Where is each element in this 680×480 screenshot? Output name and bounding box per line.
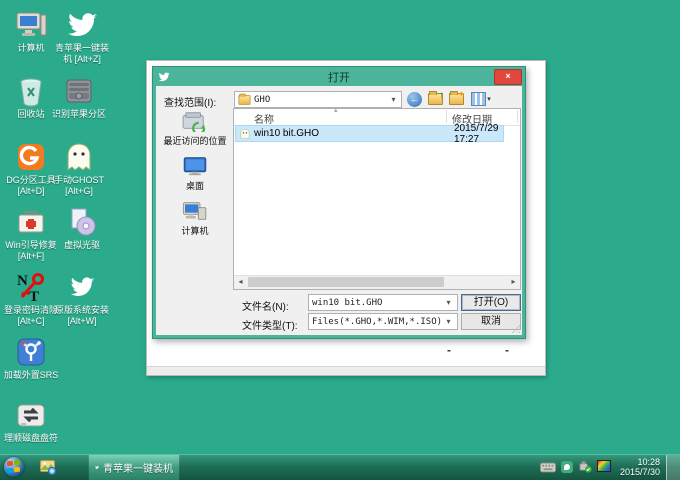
password-clear-icon: NT xyxy=(14,270,48,304)
start-button[interactable] xyxy=(4,457,24,477)
file-name-label: 文件名(N): xyxy=(242,298,289,313)
sidebar-item-recent-places[interactable]: 最近访问的位置 xyxy=(156,134,234,147)
background-window-statusbar xyxy=(147,366,545,375)
chevron-down-icon[interactable]: ▾ xyxy=(443,298,454,307)
tray-green-apple-icon[interactable] xyxy=(561,461,573,473)
clock-date: 2015/7/30 xyxy=(620,467,660,477)
scrollbar-thumb[interactable] xyxy=(248,277,444,287)
taskbar: 青苹果一键装机 10:28 2015/7/30 xyxy=(0,454,680,480)
sidebar-item-computer[interactable]: 计算机 xyxy=(156,224,234,237)
up-one-level-icon[interactable]: ↑ xyxy=(427,91,444,107)
input-method-keyboard-icon[interactable] xyxy=(540,460,556,478)
desktop: 计算机 青苹果一键装机 [Alt+Z] 回收站 识别苹果分区 DG分区工具 [A… xyxy=(0,0,680,480)
open-dialog: 打开 × 查找范围(I): GHO ▾ ← ↑ ✦ ▾ xyxy=(152,66,526,339)
open-button[interactable]: 打开(O) xyxy=(461,294,521,311)
new-folder-icon[interactable]: ✦ xyxy=(448,91,465,107)
usb-safely-remove-icon[interactable] xyxy=(579,460,592,478)
original-install-icon xyxy=(65,270,99,304)
desktop-icon-computer[interactable]: 计算机 xyxy=(2,8,60,54)
ghost-icon xyxy=(62,140,96,174)
harddisk-icon xyxy=(62,74,96,108)
ghost-file-icon xyxy=(239,128,251,140)
desktop-icon-label: 手动GHOST [Alt+G] xyxy=(50,175,108,197)
computer-icon xyxy=(14,8,48,42)
svg-text:T: T xyxy=(29,289,39,303)
desktop-icon[interactable] xyxy=(181,156,209,176)
boot-repair-icon xyxy=(14,205,48,239)
folder-icon xyxy=(239,95,251,105)
file-list: 名称 ▴ 修改日期 类型 win10 bit.GHO 2015/7/29 17:… xyxy=(233,108,521,290)
recent-places-icon[interactable] xyxy=(180,110,210,132)
scroll-right-icon[interactable]: ▸ xyxy=(507,276,520,288)
taskbar-button-green-apple[interactable]: 青苹果一键装机 xyxy=(88,455,180,480)
sort-caret-icon: ▴ xyxy=(334,108,338,114)
diskgenius-icon xyxy=(14,140,48,174)
desktop-icon-srs-driver[interactable]: 加载外置SRS xyxy=(2,335,60,381)
scroll-left-icon[interactable]: ◂ xyxy=(234,276,247,288)
desktop-icon-label: 登录密码清除 [Alt+C] xyxy=(2,305,60,327)
desktop-icon-label: 青苹果一键装机 [Alt+Z] xyxy=(53,43,111,65)
desktop-icon-label: Win引导修复 [Alt+F] xyxy=(2,240,60,262)
column-header-type[interactable]: 类型 xyxy=(520,111,521,141)
background-window-dash[interactable]: - xyxy=(447,343,451,357)
background-window-dash[interactable]: - xyxy=(505,343,509,357)
desktop-icon-identify-partition[interactable]: 识别苹果分区 xyxy=(50,74,108,120)
views-menu-icon[interactable]: ▾ xyxy=(469,91,493,107)
desktop-icon-manual-ghost[interactable]: 手动GHOST [Alt+G] xyxy=(50,140,108,197)
dialog-app-icon xyxy=(158,71,170,83)
back-icon[interactable]: ← xyxy=(406,91,423,107)
drive-letter-icon xyxy=(14,398,48,432)
file-type-label: 文件类型(T): xyxy=(242,317,298,332)
virtual-cdrom-icon xyxy=(65,205,99,239)
file-row-selected[interactable]: win10 bit.GHO 2015/7/29 17:27 xyxy=(235,125,504,142)
windows-flag-icon xyxy=(7,461,14,467)
green-apple-icon xyxy=(95,461,99,474)
look-in-combobox[interactable]: GHO ▾ xyxy=(234,91,402,108)
taskbar-button-label: 青苹果一键装机 xyxy=(103,460,173,475)
desktop-icon-label: 理顺磁盘盘符 xyxy=(2,433,60,444)
display-color-icon[interactable] xyxy=(597,460,611,472)
green-apple-installer-icon xyxy=(65,8,99,42)
desktop-icon-boot-repair[interactable]: Win引导修复 [Alt+F] xyxy=(2,205,60,262)
chevron-down-icon[interactable]: ▾ xyxy=(388,95,399,104)
file-name-combobox[interactable]: win10 bit.GHO ▾ xyxy=(308,294,458,311)
file-date-cell: 2015/7/29 17:27 xyxy=(454,123,503,145)
recycle-bin-icon xyxy=(14,74,48,108)
show-desktop-button[interactable] xyxy=(666,455,680,480)
desktop-icon-label: 加载外置SRS xyxy=(2,370,60,381)
srs-driver-icon xyxy=(14,335,48,369)
close-icon[interactable]: × xyxy=(494,69,522,85)
taskbar-clock[interactable]: 10:28 2015/7/30 xyxy=(620,457,660,477)
clock-time: 10:28 xyxy=(620,457,660,467)
desktop-icon-password-clear[interactable]: NT 登录密码清除 [Alt+C] xyxy=(2,270,60,327)
desktop-icon-drive-letter[interactable]: 理顺磁盘盘符 xyxy=(2,398,60,444)
desktop-icon-virtual-cdrom[interactable]: 虚拟光驱 xyxy=(53,205,111,251)
open-dialog-titlebar[interactable]: 打开 × xyxy=(153,67,525,86)
chevron-down-icon[interactable]: ▾ xyxy=(443,317,454,326)
desktop-icon-label: 计算机 xyxy=(2,43,60,54)
dialog-title: 打开 xyxy=(153,69,525,85)
desktop-icon-label: 识别苹果分区 xyxy=(50,109,108,120)
sidebar-item-desktop[interactable]: 桌面 xyxy=(156,179,234,192)
look-in-label: 查找范围(I): xyxy=(164,94,216,109)
desktop-icon-original-install[interactable]: 原版系统安装 [Alt+W] xyxy=(53,270,111,327)
svg-text:N: N xyxy=(17,273,28,289)
dialog-content: 查找范围(I): GHO ▾ ← ↑ ✦ ▾ xyxy=(156,86,522,335)
computer-icon[interactable] xyxy=(181,201,209,221)
desktop-icon-label: 原版系统安装 [Alt+W] xyxy=(53,305,111,327)
look-in-value: GHO xyxy=(254,95,388,105)
photo-viewer-icon[interactable] xyxy=(40,459,57,476)
resize-grip[interactable] xyxy=(512,325,520,333)
desktop-icon-label: 虚拟光驱 xyxy=(53,240,111,251)
horizontal-scrollbar[interactable]: ◂ ▸ xyxy=(234,275,520,289)
file-name-value: win10 bit.GHO xyxy=(312,298,443,308)
desktop-icon-green-apple-installer[interactable]: 青苹果一键装机 [Alt+Z] xyxy=(53,8,111,65)
column-header-name[interactable]: 名称 xyxy=(254,111,274,126)
file-type-combobox[interactable]: Files(*.GHO,*.WIM,*.ISO) ▾ xyxy=(308,313,458,330)
file-type-value: Files(*.GHO,*.WIM,*.ISO) xyxy=(312,317,443,327)
